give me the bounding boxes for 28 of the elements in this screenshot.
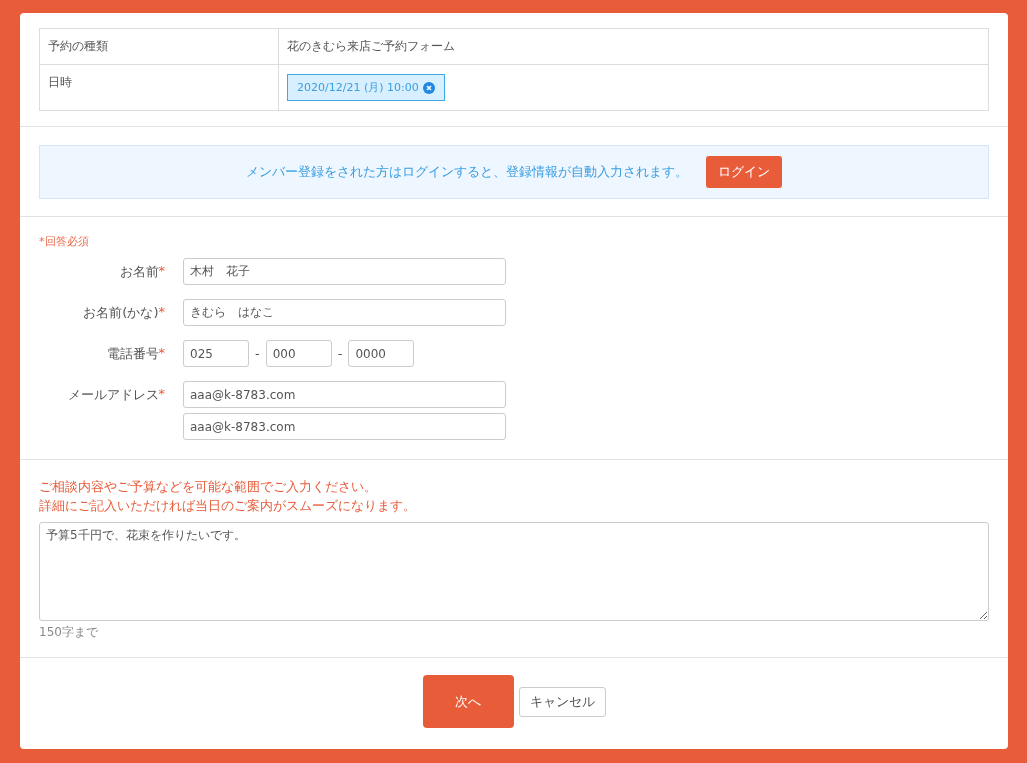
text-field[interactable]: きむら はなこ xyxy=(183,299,506,326)
text-field[interactable]: aaa@k-8783.com xyxy=(183,413,506,440)
phone-field[interactable]: 0000 xyxy=(348,340,415,367)
close-icon[interactable] xyxy=(422,81,435,94)
required-note: *回答必須 xyxy=(39,234,90,249)
table-cell: 予約の種類 xyxy=(39,28,279,65)
required-mark: * xyxy=(158,386,165,403)
cancel-button[interactable]: キャンセル xyxy=(518,686,606,717)
text-field[interactable]: 木村 花子 xyxy=(183,258,506,285)
separator: - xyxy=(255,346,260,361)
required-mark: * xyxy=(158,304,165,321)
text-field[interactable]: aaa@k-8783.com xyxy=(183,381,506,408)
required-mark: * xyxy=(158,345,165,362)
separator: - xyxy=(337,346,343,361)
table-cell: 花のきむら来店ご予約フォーム xyxy=(287,39,455,53)
table-cell: 日時 xyxy=(39,64,279,111)
phone-field[interactable]: 000 xyxy=(265,340,332,367)
phone-field[interactable]: 025 xyxy=(183,340,249,367)
field-label: メールアドレス xyxy=(67,386,159,404)
field-label: お名前 xyxy=(119,263,159,281)
character-limit: 150字まで xyxy=(39,624,99,641)
field-label: お名前(かな) xyxy=(83,304,159,322)
notice-text: メンバー登録をされた方はログインすると、登録情報が自動入力されます。 xyxy=(246,163,688,181)
required-mark: * xyxy=(158,263,165,280)
field-label: 電話番号 xyxy=(106,345,159,363)
consultation-textarea[interactable]: 予算5千円で、花束を作りたいです。 xyxy=(39,522,989,621)
hint-text: 詳細にご記入いただければ当日のご案内がスムーズになります。 xyxy=(39,497,417,515)
hint-text: ご相談内容やご予算などを可能な範囲でご入力ください。 xyxy=(39,478,378,496)
